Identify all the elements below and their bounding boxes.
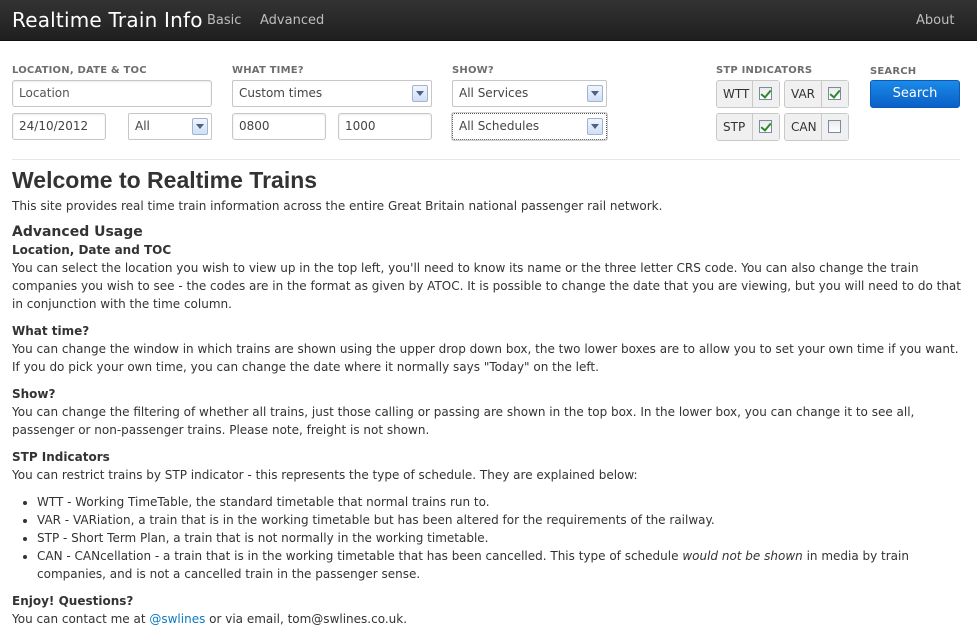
can-text-emphasis: would not be shown	[682, 549, 803, 563]
nav-link-basic[interactable]: Basic	[207, 13, 241, 28]
date-input[interactable]: 24/10/2012	[12, 113, 106, 140]
chevron-down-icon	[587, 118, 603, 135]
list-item: STP - Short Term Plan, a train that is n…	[37, 529, 962, 547]
stp-stp-checkbox[interactable]	[759, 120, 772, 133]
toc-select-value: All	[135, 119, 150, 133]
section-heading-stp: STP Indicators	[12, 450, 110, 464]
closing-heading: Enjoy! Questions?	[12, 594, 134, 608]
twitter-link[interactable]: @swlines	[149, 612, 205, 626]
schedules-select-value: All Schedules	[459, 119, 540, 133]
toc-select[interactable]: All	[128, 113, 212, 140]
nav-link-advanced[interactable]: Advanced	[260, 13, 324, 28]
section-text-time: You can change the window in which train…	[12, 342, 959, 374]
stp-wtt-toggle[interactable]: WTT	[716, 80, 780, 108]
schedules-select[interactable]: All Schedules	[452, 113, 607, 140]
search-section-label: SEARCH	[870, 66, 917, 77]
services-select-value: All Services	[459, 86, 529, 100]
time-from-input[interactable]: 0800	[232, 113, 326, 140]
stp-wtt-checkbox[interactable]	[759, 87, 772, 100]
search-button[interactable]: Search	[870, 80, 960, 108]
stp-can-label: CAN	[791, 120, 817, 134]
intro-text: This site provides real time train infor…	[12, 199, 663, 213]
show-section-label: SHOW?	[452, 65, 494, 76]
section-heading-location: Location, Date and TOC	[12, 243, 172, 257]
stp-wtt-label: WTT	[723, 87, 750, 101]
contact-prefix: You can contact me at	[12, 612, 150, 626]
list-item: WTT - Working TimeTable, the standard ti…	[37, 493, 962, 511]
time-mode-select[interactable]: Custom times	[232, 80, 432, 107]
section-text-stp: You can restrict trains by STP indicator…	[12, 468, 638, 482]
top-navbar: Realtime Train Info Basic Advanced About	[0, 0, 977, 41]
contact-suffix: or via email, tom@swlines.co.uk.	[205, 612, 408, 626]
list-item: CAN - CANcellation - a train that is in …	[37, 547, 962, 583]
stp-stp-toggle[interactable]: STP	[716, 113, 780, 141]
brand-title[interactable]: Realtime Train Info	[12, 8, 203, 32]
stp-var-checkbox[interactable]	[828, 87, 841, 100]
list-item: VAR - VARiation, a train that is in the …	[37, 511, 962, 529]
stp-can-checkbox[interactable]	[828, 120, 841, 133]
section-text-location: You can select the location you wish to …	[12, 261, 961, 311]
stp-stp-label: STP	[723, 120, 746, 134]
page-title: Welcome to Realtime Trains	[12, 167, 318, 193]
stp-var-label: VAR	[791, 87, 815, 101]
stp-can-toggle[interactable]: CAN	[784, 113, 849, 141]
stp-section-label: STP INDICATORS	[716, 65, 813, 76]
nav-link-about[interactable]: About	[916, 13, 954, 28]
chevron-down-icon	[192, 118, 208, 135]
time-to-input[interactable]: 1000	[338, 113, 432, 140]
chevron-down-icon	[412, 85, 428, 102]
location-input[interactable]: Location	[12, 80, 212, 107]
time-section-label: WHAT TIME?	[232, 65, 304, 76]
form-divider	[12, 159, 960, 160]
can-text-prefix: CAN - CANcellation - a train that is in …	[37, 549, 683, 563]
stp-var-toggle[interactable]: VAR	[784, 80, 849, 108]
section-heading-show: Show?	[12, 387, 56, 401]
section-text-show: You can change the filtering of whether …	[12, 405, 915, 437]
main-content: Welcome to Realtime Trains This site pro…	[12, 166, 962, 628]
contact-text: You can contact me at @swlines or via em…	[12, 610, 962, 628]
stp-list: WTT - Working TimeTable, the standard ti…	[12, 493, 962, 583]
location-section-label: LOCATION, DATE & TOC	[12, 65, 147, 76]
advanced-usage-heading: Advanced Usage	[12, 224, 143, 240]
services-select[interactable]: All Services	[452, 80, 607, 107]
section-heading-time: What time?	[12, 324, 90, 338]
time-mode-select-value: Custom times	[239, 86, 323, 100]
chevron-down-icon	[587, 85, 603, 102]
